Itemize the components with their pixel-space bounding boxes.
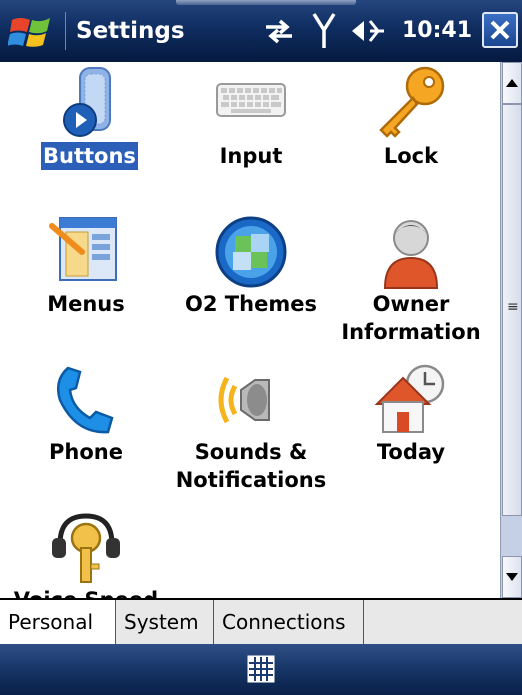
tab-system[interactable]: System: [116, 600, 214, 644]
settings-item-o2-themes[interactable]: O2 Themes: [169, 210, 333, 358]
start-button[interactable]: [7, 12, 69, 52]
voice-headset-key-icon: [52, 513, 120, 583]
scroll-up-button[interactable]: [502, 62, 522, 104]
volume-speaker-icon[interactable]: [350, 16, 390, 46]
bottom-menu-bar: [0, 644, 522, 695]
close-icon: [490, 20, 510, 40]
settings-item-lock[interactable]: Lock: [329, 62, 493, 210]
title-bar: Settings 10:41: [0, 0, 522, 62]
keyboard-icon: [216, 83, 286, 117]
phone-handset-icon: [57, 366, 114, 434]
key-icon: [379, 66, 445, 138]
settings-item-sounds-notifications[interactable]: Sounds & Notifications: [169, 358, 333, 506]
settings-item-label: Input: [219, 144, 283, 168]
settings-item-phone[interactable]: Phone: [4, 358, 168, 506]
title-separator: [65, 12, 66, 50]
app-title: Settings: [76, 18, 185, 44]
settings-item-label: Owner Information: [341, 292, 481, 344]
settings-item-label: Phone: [49, 440, 123, 464]
arrow-down-icon: [506, 573, 518, 581]
sync-arrows-icon[interactable]: [262, 16, 296, 46]
settings-item-input[interactable]: Input: [169, 62, 333, 210]
tab-bar: Personal System Connections: [0, 598, 522, 644]
settings-item-menus[interactable]: Menus: [4, 210, 168, 358]
settings-item-label: Buttons: [41, 142, 138, 170]
clock[interactable]: 10:41: [402, 18, 472, 43]
arrow-up-icon: [506, 79, 518, 87]
settings-item-label: Voice Speed: [4, 586, 168, 598]
buttons-icon: [63, 67, 111, 137]
tab-label: Connections: [222, 610, 346, 634]
menus-icon: [49, 217, 117, 281]
tab-label: System: [124, 610, 199, 634]
vertical-scrollbar[interactable]: ≡: [500, 62, 522, 598]
settings-item-label: Today: [376, 440, 446, 464]
tab-label: Personal: [8, 610, 94, 634]
settings-item-label: Sounds & Notifications: [175, 440, 327, 492]
scroll-thumb[interactable]: ≡: [502, 104, 522, 516]
windows-flag-icon: [7, 18, 69, 48]
title-bar-ridge: [176, 0, 356, 5]
tab-personal[interactable]: Personal: [0, 600, 116, 644]
scroll-down-button[interactable]: [502, 556, 522, 598]
sounds-speaker-icon: [218, 376, 270, 424]
close-button[interactable]: [482, 12, 518, 48]
settings-item-label: Menus: [47, 292, 125, 316]
today-house-clock-icon: [374, 364, 445, 433]
themes-globe-icon: [215, 216, 287, 288]
signal-antenna-icon[interactable]: [312, 12, 336, 50]
keyboard-grid-icon: [247, 655, 275, 683]
settings-item-voice-speed[interactable]: Voice Speed: [4, 506, 168, 598]
settings-item-owner-information[interactable]: Owner Information: [329, 210, 493, 358]
input-panel-button[interactable]: [246, 654, 276, 684]
tab-connections[interactable]: Connections: [214, 600, 364, 644]
thumb-grip-icon: ≡: [507, 299, 519, 315]
settings-grid: Buttons Input Lock Menus O2 Themes Owner…: [0, 62, 500, 598]
settings-item-buttons[interactable]: Buttons: [4, 62, 168, 210]
settings-item-label: Lock: [383, 144, 439, 168]
settings-item-label: O2 Themes: [185, 292, 317, 316]
owner-person-icon: [383, 220, 439, 289]
settings-item-today[interactable]: Today: [329, 358, 493, 506]
